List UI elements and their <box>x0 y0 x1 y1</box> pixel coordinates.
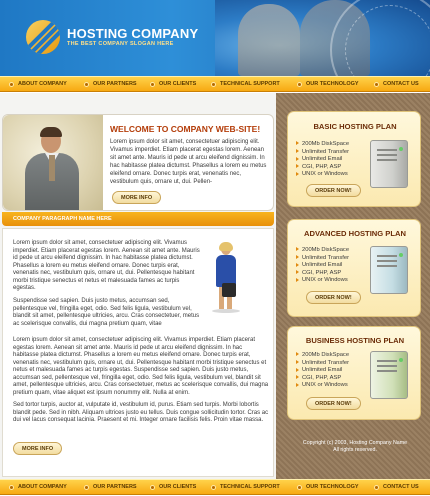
basic-hosting-plan: BASIC HOSTING PLAN 200Mb DiskSpace Unlim… <box>287 111 421 207</box>
feature-item: CGI, PHP, ASP <box>296 270 349 278</box>
nav-contact-us[interactable]: CONTACT US <box>383 77 419 92</box>
nav-our-clients[interactable]: OUR CLIENTS <box>159 480 196 495</box>
plan-title: BUSINESS HOSTING PLAN <box>305 336 405 345</box>
arrow-icon <box>296 375 299 380</box>
header-banner: HOSTING COMPANY THE BEST COMPANY SLOGAN … <box>0 0 430 76</box>
welcome-title: WELCOME TO COMPANY WEB-SITE! <box>110 124 261 134</box>
arrow-icon <box>296 352 299 357</box>
content-more-info-button[interactable]: MORE INFO <box>13 442 63 455</box>
plan-features: 200Mb DiskSpace Unlimited Transfer Unlim… <box>296 352 349 390</box>
nav-our-partners[interactable]: OUR PARTNERS <box>93 480 137 495</box>
nav-technical-support[interactable]: TECHNICAL SUPPORT <box>220 77 280 92</box>
nav-our-technology[interactable]: OUR TECHNOLOGY <box>306 77 359 92</box>
plan-features: 200Mb DiskSpace Unlimited Transfer Unlim… <box>296 141 349 179</box>
arrow-icon <box>296 141 299 146</box>
arrow-icon <box>296 367 299 372</box>
order-now-button[interactable]: ORDER NOW! <box>306 397 361 410</box>
paragraph-text-1: Lorem ipsum dolor sit amet, consectetuer… <box>13 240 200 291</box>
paragraph-text-3: Lorem ipsum dolor sit amet, consectetuer… <box>13 337 269 396</box>
arrow-icon <box>296 149 299 154</box>
nav-bullet-icon <box>84 82 89 87</box>
paragraph-text-4: Sed tortor turpis, auctor at, vulputate … <box>13 402 269 423</box>
copyright-text: Copyright (c) 2003, Hosting Company Name… <box>280 440 430 454</box>
nav-bullet-icon <box>211 485 216 490</box>
welcome-more-info-button[interactable]: MORE INFO <box>112 191 162 204</box>
company-slogan: THE BEST COMPANY SLOGAN HERE <box>67 41 174 47</box>
nav-bullet-icon <box>374 485 379 490</box>
businessman-photo <box>3 115 103 210</box>
copyright-line: Copyright (c) 2003, Hosting Company Name <box>302 440 408 446</box>
nav-about-company[interactable]: ABOUT COMPANY <box>18 480 67 495</box>
rights-line: All rights reserved. <box>333 447 377 453</box>
header-person-image <box>238 4 300 76</box>
plan-title: BASIC HOSTING PLAN <box>313 122 397 131</box>
feature-item: Unlimited Email <box>296 156 349 164</box>
arrow-icon <box>296 255 299 260</box>
nav-bullet-icon <box>297 82 302 87</box>
feature-item: UNIX or Windows <box>296 382 349 390</box>
nav-technical-support[interactable]: TECHNICAL SUPPORT <box>220 480 280 495</box>
feature-item: CGI, PHP, ASP <box>296 164 349 172</box>
feature-item: Unlimited Transfer <box>296 360 349 368</box>
nav-our-technology[interactable]: OUR TECHNOLOGY <box>306 480 359 495</box>
server-icon <box>370 246 408 294</box>
nav-bullet-icon <box>9 485 14 490</box>
nav-bullet-icon <box>297 485 302 490</box>
nav-bullet-icon <box>9 82 14 87</box>
nav-about-company[interactable]: ABOUT COMPANY <box>18 77 67 92</box>
feature-item: Unlimited Transfer <box>296 149 349 157</box>
feature-item: UNIX or Windows <box>296 171 349 179</box>
arrow-icon <box>296 270 299 275</box>
business-hosting-plan: BUSINESS HOSTING PLAN 200Mb DiskSpace Un… <box>287 326 421 420</box>
server-icon <box>370 140 408 188</box>
advanced-hosting-plan: ADVANCED HOSTING PLAN 200Mb DiskSpace Un… <box>287 219 421 317</box>
nav-bullet-icon <box>150 485 155 490</box>
plan-title: ADVANCED HOSTING PLAN <box>304 229 406 238</box>
logo-icon[interactable] <box>26 20 60 54</box>
nav-bullet-icon <box>374 82 379 87</box>
nav-bullet-icon <box>150 82 155 87</box>
nav-contact-us[interactable]: CONTACT US <box>383 480 419 495</box>
server-icon <box>370 351 408 399</box>
feature-item: 200Mb DiskSpace <box>296 141 349 149</box>
welcome-text: Lorem ipsum dolor sit amet, consectetuer… <box>110 139 267 185</box>
plan-features: 200Mb DiskSpace Unlimited Transfer Unlim… <box>296 247 349 285</box>
nav-bullet-icon <box>211 82 216 87</box>
feature-item: Unlimited Email <box>296 367 349 375</box>
arrow-icon <box>296 382 299 387</box>
arrow-icon <box>296 360 299 365</box>
feature-item: Unlimited Transfer <box>296 255 349 263</box>
nav-our-partners[interactable]: OUR PARTNERS <box>93 77 137 92</box>
arrow-icon <box>296 164 299 169</box>
arrow-icon <box>296 247 299 252</box>
businesswoman-image <box>206 242 246 313</box>
order-now-button[interactable]: ORDER NOW! <box>306 291 361 304</box>
feature-item: 200Mb DiskSpace <box>296 352 349 360</box>
arrow-icon <box>296 277 299 282</box>
arrow-icon <box>296 262 299 267</box>
feature-item: Unlimited Email <box>296 262 349 270</box>
paragraph-text-2: Suspendisse sed sapien. Duis justo metus… <box>13 298 200 327</box>
company-name[interactable]: HOSTING COMPANY <box>67 26 198 41</box>
nav-our-clients[interactable]: OUR CLIENTS <box>159 77 196 92</box>
arrow-icon <box>296 171 299 176</box>
bottom-navigation: ABOUT COMPANY OUR PARTNERS OUR CLIENTS T… <box>0 479 430 495</box>
nav-bullet-icon <box>84 485 89 490</box>
feature-item: 200Mb DiskSpace <box>296 247 349 255</box>
paragraph-title: COMPANY PARAGRAPH NAME HERE <box>13 216 112 222</box>
arrow-icon <box>296 156 299 161</box>
feature-item: CGI, PHP, ASP <box>296 375 349 383</box>
order-now-button[interactable]: ORDER NOW! <box>306 184 361 197</box>
feature-item: UNIX or Windows <box>296 277 349 285</box>
top-navigation: ABOUT COMPANY OUR PARTNERS OUR CLIENTS T… <box>0 76 430 92</box>
